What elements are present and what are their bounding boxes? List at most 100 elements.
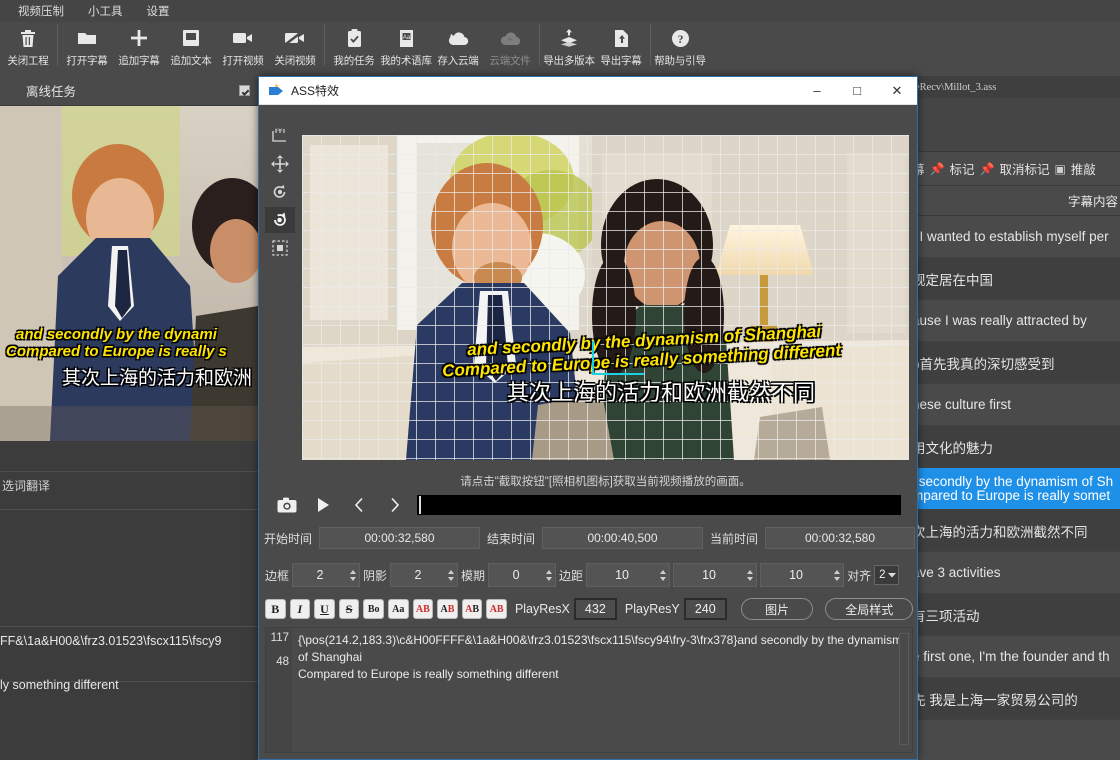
- play-button[interactable]: [305, 492, 341, 518]
- strikethrough-button[interactable]: S: [339, 599, 360, 619]
- toolbar-button-save-cloud[interactable]: 存入云端: [432, 22, 484, 74]
- rotate-ccw-icon[interactable]: [265, 179, 295, 205]
- list-item[interactable]: b首先我真的深切感受到: [910, 342, 1120, 384]
- rotation-handle-vertical[interactable]: [592, 341, 594, 375]
- offline-task-checkbox[interactable]: [239, 85, 250, 96]
- list-item[interactable]: 用文化的魅力: [910, 426, 1120, 468]
- file-path-bar: leRecv\Millot_3.ass: [910, 76, 1120, 98]
- toolbar-button-help[interactable]: ? 帮助与引导: [654, 22, 706, 74]
- toolbar-item-mark[interactable]: 标记: [949, 159, 974, 178]
- editor-line-2[interactable]: Compared to Europe is really something d…: [298, 666, 906, 683]
- toolbar-item-polish[interactable]: 推敲: [1071, 159, 1096, 178]
- editor-line-1[interactable]: {\pos(214.2,183.3)\c&H00FFFF&\1a&H00&\fr…: [298, 632, 906, 666]
- border-zero-button[interactable]: Bo: [363, 599, 384, 619]
- next-frame-button[interactable]: [377, 492, 413, 518]
- shadow-spinner[interactable]: 2: [390, 563, 458, 587]
- toolbar-button-glossary[interactable]: Aa 我的术语库: [380, 22, 432, 74]
- align-select[interactable]: 2: [874, 565, 899, 585]
- margin-left-spinner[interactable]: 10: [586, 563, 670, 587]
- left-lower-panel: 选词翻译 FF&\1a&H00&\frz3.01523\fscx115\fscy…: [0, 441, 258, 760]
- editor-scrollbar[interactable]: [899, 633, 909, 745]
- toolbar-button-append-subtitle[interactable]: 追加字幕: [113, 22, 165, 74]
- prev-frame-button[interactable]: [341, 492, 377, 518]
- ass-text-editor[interactable]: 117 . 48 {\pos(214.2,183.3)\c&H00FFFF&\1…: [265, 627, 913, 753]
- underline-button[interactable]: U: [314, 599, 335, 619]
- toolbar-button-cloud-files[interactable]: 云端文件: [484, 22, 536, 74]
- current-time-field[interactable]: 00:00:32,580: [765, 527, 915, 549]
- close-button[interactable]: ✕: [877, 77, 917, 105]
- font-size-button[interactable]: Aa: [388, 599, 409, 619]
- list-item[interactable]: 次上海的活力和欧洲截然不同: [910, 510, 1120, 552]
- list-item[interactable]: 规定居在中国: [910, 258, 1120, 300]
- minimize-button[interactable]: –: [797, 77, 837, 105]
- maximize-button[interactable]: □: [837, 77, 877, 105]
- spinner-arrows[interactable]: [445, 564, 457, 586]
- color-outline-button[interactable]: AB: [462, 599, 483, 619]
- subtitle-list-region: leRecv\Millot_3.ass 幕 📌 标记 📌 取消标记 ▣ 推敲 字…: [910, 76, 1120, 760]
- italic-button[interactable]: I: [290, 599, 311, 619]
- toolbar-label: 打开字幕: [66, 53, 107, 68]
- toolbar-button-open-subtitle[interactable]: 打开字幕: [61, 22, 113, 74]
- blur-spinner[interactable]: 0: [488, 563, 556, 587]
- toolbar-separator: [539, 24, 540, 66]
- snapshot-button[interactable]: [269, 492, 305, 518]
- editor-text-area[interactable]: {\pos(214.2,183.3)\c&H00FFFF&\1a&H00&\fr…: [292, 628, 912, 752]
- list-item[interactable]: ause I was really attracted by: [910, 300, 1120, 342]
- margin-vertical-spinner[interactable]: 10: [760, 563, 844, 587]
- toolbar-button-export-versions[interactable]: 导出多版本: [543, 22, 595, 74]
- bg-text-line-1: FF&\1a&H00&\frz3.01523\fscx115\fscy9: [0, 634, 221, 648]
- menu-item-settings[interactable]: 设置: [135, 1, 182, 21]
- bg-subtitle-english-line1: and secondly by the dynami: [16, 326, 217, 343]
- color-primary-button[interactable]: AB: [413, 599, 434, 619]
- color-secondary-button[interactable]: AB: [437, 599, 458, 619]
- effect-tool-strip: 10.1: [265, 123, 301, 263]
- video-preview-canvas[interactable]: and secondly by the dynamism of Shanghai…: [302, 135, 909, 460]
- end-time-field[interactable]: 00:00:40,500: [542, 527, 703, 549]
- seek-bar[interactable]: [417, 495, 901, 515]
- menu-item-tools[interactable]: 小工具: [76, 1, 135, 21]
- align-label: 对齐: [847, 567, 871, 584]
- global-style-button[interactable]: 全局样式: [825, 598, 913, 620]
- color-shadow-button[interactable]: AB: [486, 599, 507, 619]
- select-region-icon[interactable]: [265, 235, 295, 261]
- toolbar-button-close-project[interactable]: 关闭工程: [2, 22, 54, 74]
- toolbar-button-export-subtitle[interactable]: 导出字幕: [595, 22, 647, 74]
- list-item[interactable]: 有三项活动: [910, 594, 1120, 636]
- bold-button[interactable]: B: [265, 599, 286, 619]
- margin-right-spinner[interactable]: 10: [673, 563, 757, 587]
- subtitle-rows[interactable]: I I wanted to establish myself per 规定居在中…: [910, 216, 1120, 760]
- rotate-cw-icon[interactable]: [265, 207, 295, 233]
- border-spinner[interactable]: 2: [292, 563, 360, 587]
- list-item[interactable]: [910, 720, 1120, 760]
- spinner-arrows[interactable]: [744, 564, 756, 586]
- seek-playhead[interactable]: [419, 496, 421, 514]
- list-item[interactable]: nese culture first: [910, 384, 1120, 426]
- spinner-arrows[interactable]: [543, 564, 555, 586]
- margin-vertical-value: 10: [761, 568, 831, 582]
- menu-item-video-compress[interactable]: 视频压制: [6, 1, 76, 21]
- image-button[interactable]: 图片: [741, 598, 814, 620]
- toolbar-button-open-video[interactable]: 打开视频: [217, 22, 269, 74]
- rotation-handle-horizontal[interactable]: [592, 373, 644, 375]
- ruler-measure-icon[interactable]: 10.1: [265, 123, 295, 149]
- playresy-field[interactable]: 240: [684, 598, 727, 620]
- list-item[interactable]: ave 3 activities: [910, 552, 1120, 594]
- playresx-field[interactable]: 432: [574, 598, 617, 620]
- export-file-icon: [613, 26, 629, 50]
- spinner-arrows[interactable]: [347, 564, 359, 586]
- toolbar-item-unmark[interactable]: 取消标记: [999, 159, 1049, 178]
- start-time-field[interactable]: 00:00:32,580: [319, 527, 480, 549]
- list-item[interactable]: I I wanted to establish myself per: [910, 216, 1120, 258]
- spinner-arrows[interactable]: [831, 564, 843, 586]
- list-item-selected[interactable]: l secondly by the dynamism of Sh mpared …: [910, 468, 1120, 510]
- list-item[interactable]: e first one, I'm the founder and th: [910, 636, 1120, 678]
- background-video-preview[interactable]: and secondly by the dynami Compared to E…: [0, 106, 258, 441]
- toolbar-button-my-tasks[interactable]: 我的任务: [328, 22, 380, 74]
- dialog-title-bar[interactable]: ASS特效 – □ ✕: [259, 77, 917, 105]
- move-arrows-icon[interactable]: [265, 151, 295, 177]
- list-item[interactable]: 先 我是上海一家贸易公司的: [910, 678, 1120, 720]
- word-translate-label[interactable]: 选词翻译: [2, 477, 50, 494]
- toolbar-button-close-video[interactable]: 关闭视频: [269, 22, 321, 74]
- toolbar-button-append-text[interactable]: 追加文本: [165, 22, 217, 74]
- spinner-arrows[interactable]: [657, 564, 669, 586]
